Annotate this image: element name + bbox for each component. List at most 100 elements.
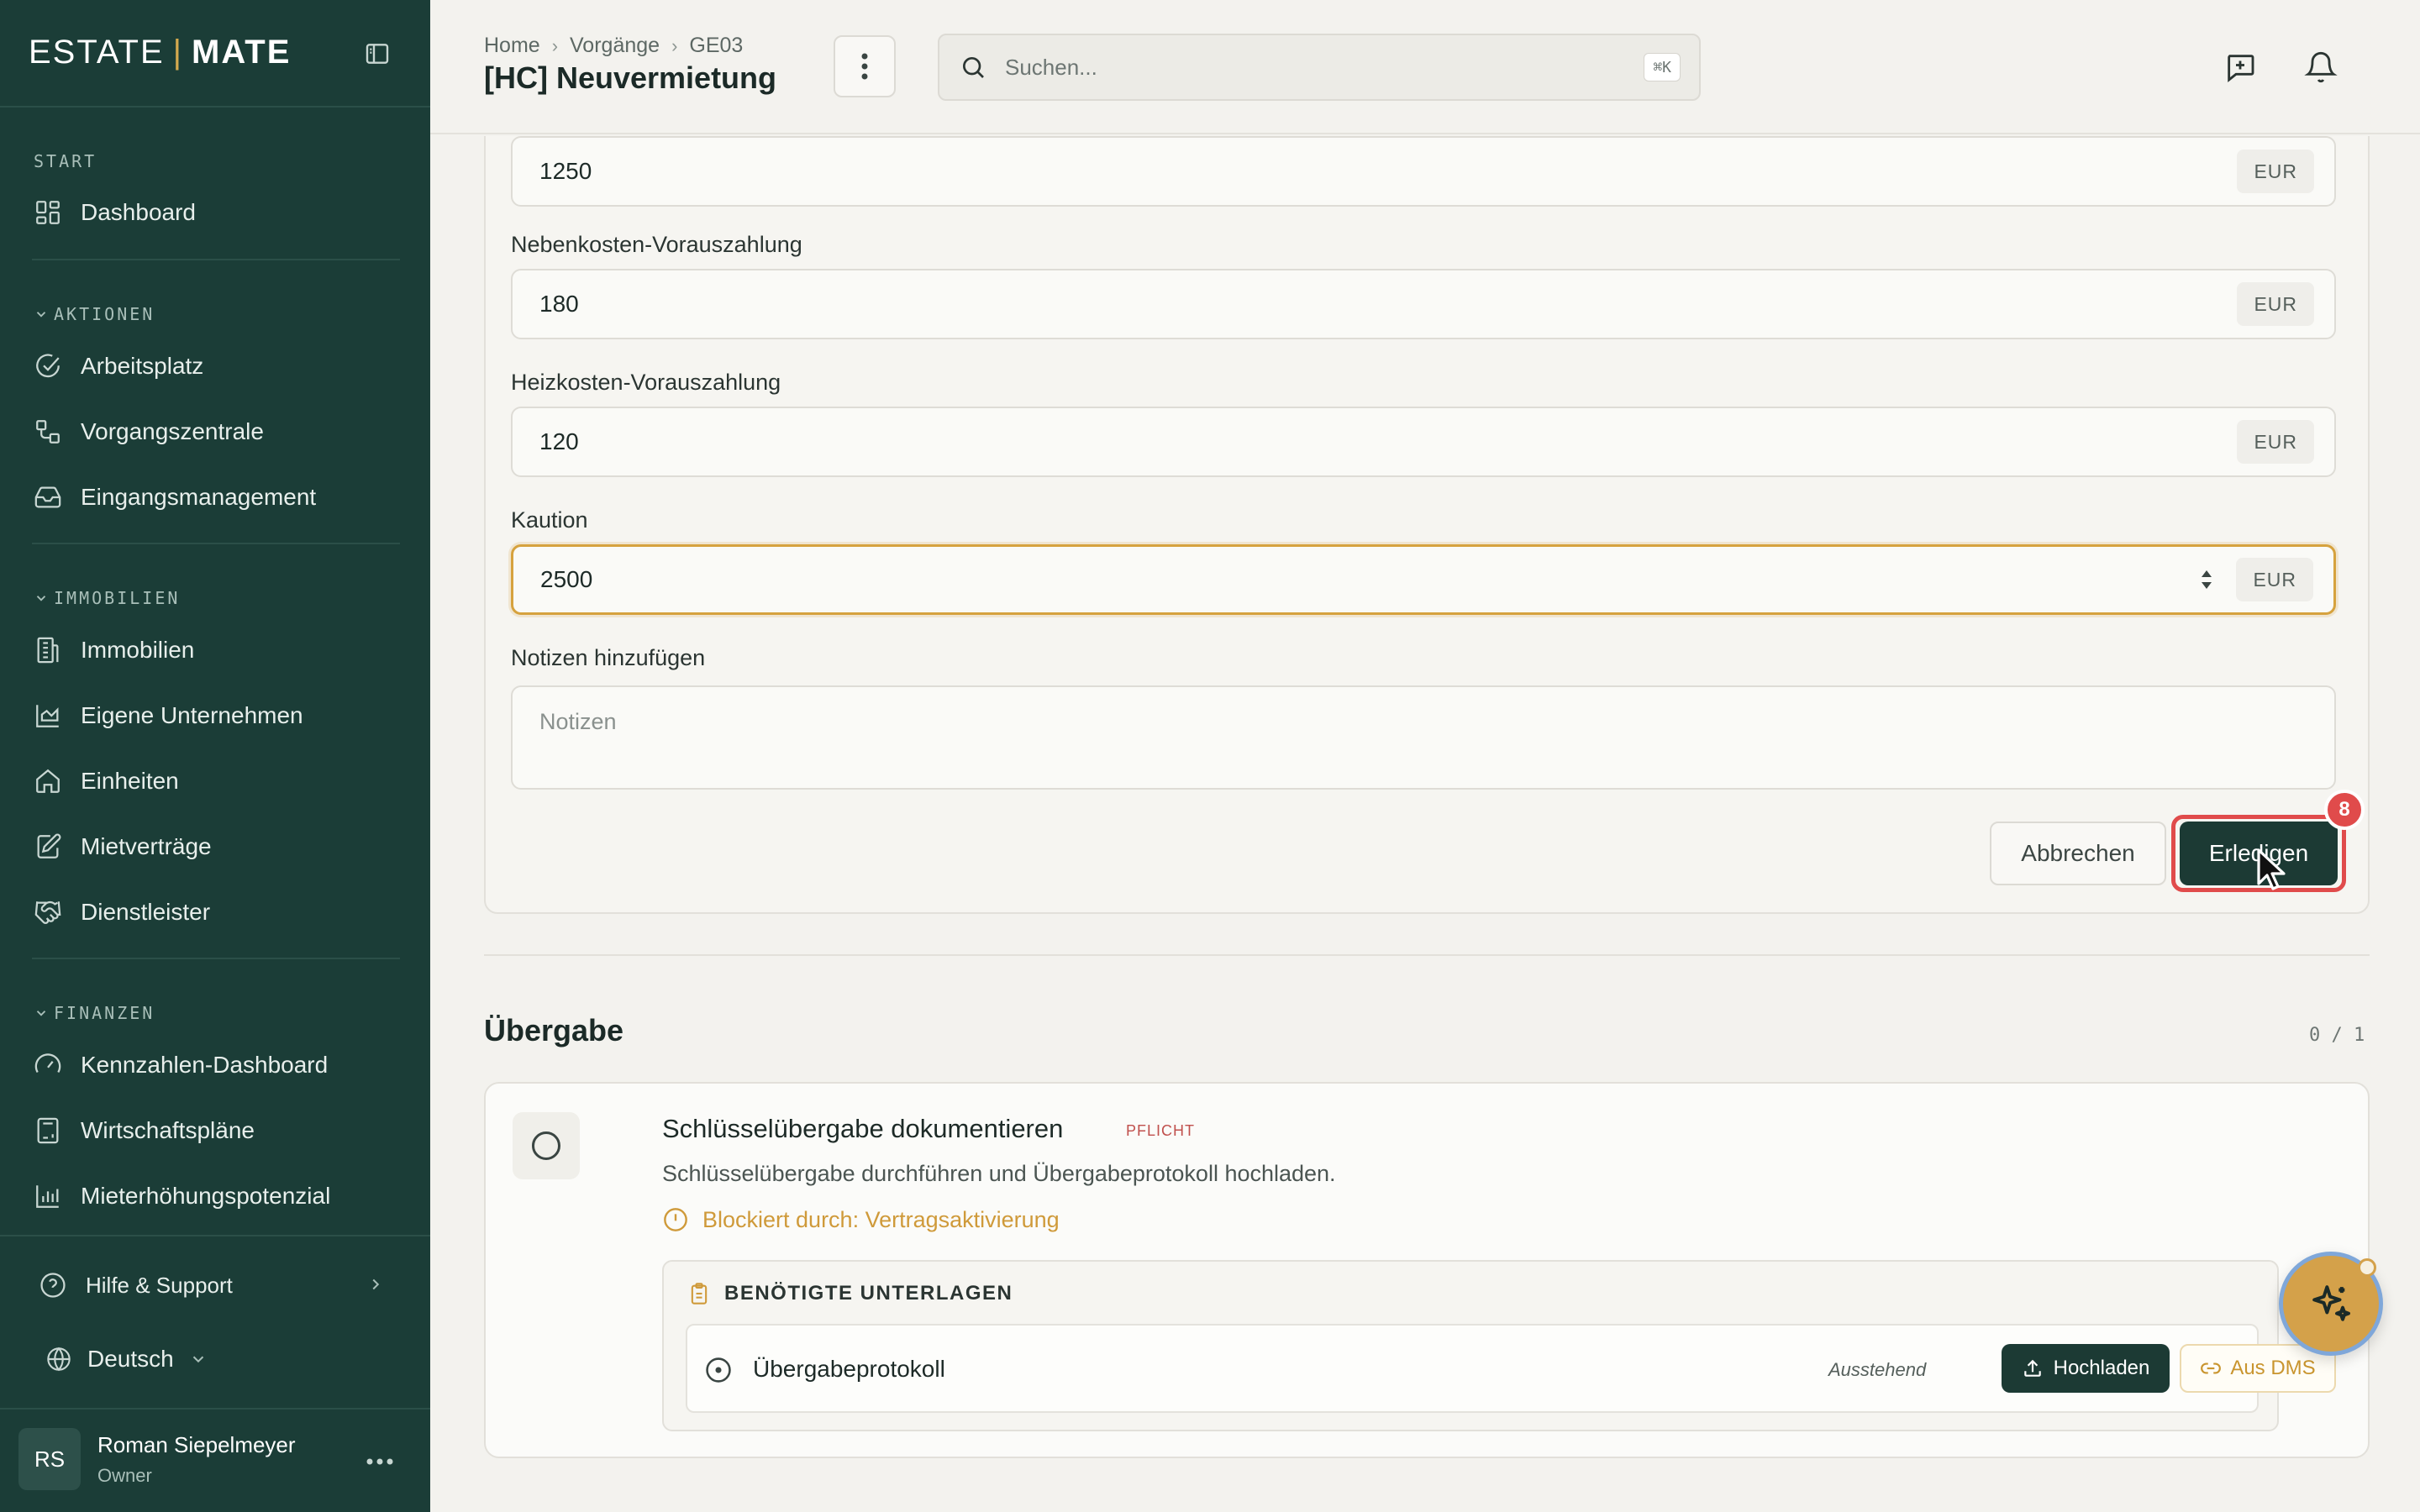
task-complete-toggle[interactable] (513, 1112, 580, 1179)
language-select[interactable]: Deutsch (45, 1338, 208, 1380)
section-label-text: IMMOBILIEN (54, 588, 181, 608)
notifications-button[interactable] (2302, 49, 2339, 86)
check-circle-icon (36, 354, 60, 378)
more-vertical-icon (861, 53, 868, 80)
rent-field[interactable]: 1250 EUR (511, 136, 2336, 207)
inbox-icon (34, 486, 61, 508)
help-circle-icon (40, 1273, 66, 1298)
user-name: Roman Siepelmeyer (97, 1431, 296, 1457)
sidebar-item-label: Immobilien (81, 637, 195, 663)
sidebar-item-vorgangszentrale[interactable]: Vorgangszentrale (34, 411, 264, 453)
breadcrumb-home[interactable]: Home (484, 34, 540, 58)
handshake-icon (34, 900, 61, 925)
section-label-text: FINANZEN (54, 1003, 155, 1023)
document-row: Übergabeprotokoll Ausstehend Hochladen A… (686, 1324, 2336, 1413)
section-label-finanzen[interactable]: FINANZEN (34, 1003, 155, 1023)
field-value: 2500 (540, 566, 593, 592)
language-label: Deutsch (87, 1346, 174, 1372)
gauge-icon (34, 1053, 61, 1074)
feedback-button[interactable] (2222, 49, 2259, 86)
sidebar-item-label: Einheiten (81, 768, 179, 794)
section-divider (484, 954, 2370, 956)
search-placeholder: Suchen... (1005, 54, 1097, 80)
field-value: 1250 (539, 158, 592, 184)
blocked-text: Blockiert durch: Vertragsaktivierung (702, 1206, 1060, 1232)
sidebar-item-eingangsmanagement[interactable]: Eingangsmanagement (34, 476, 316, 518)
sidebar-item-wirtschaftsplaene[interactable]: Wirtschaftspläne (34, 1110, 255, 1152)
sidebar-item-einheiten[interactable]: Einheiten (34, 760, 179, 802)
chevron-right-icon: › (671, 34, 678, 56)
stepper-down-icon (2202, 582, 2212, 589)
nebenkosten-field[interactable]: 180 EUR (511, 269, 2336, 339)
sidebar-toggle-icon (366, 44, 389, 64)
more-horizontal-icon (366, 1458, 393, 1465)
number-stepper[interactable] (2194, 561, 2219, 598)
top-header: Home › Vorgänge › GE03 [HC] Neuvermietun… (430, 0, 2420, 134)
field-label: Heizkosten-Vorauszahlung (511, 370, 781, 395)
pending-circle-icon (706, 1357, 731, 1383)
user-profile[interactable]: RS Roman Siepelmeyer Owner (18, 1428, 296, 1490)
task-title: Schlüsselübergabe dokumentieren (662, 1114, 1064, 1143)
task-description: Schlüsselübergabe durchführen und Überga… (662, 1161, 1336, 1186)
required-documents: BENÖTIGTE UNTERLAGEN Übergabeprotokoll A… (662, 1260, 2336, 1431)
heizkosten-field[interactable]: 120 EUR (511, 407, 2336, 477)
notes-textarea[interactable]: Notizen (511, 685, 2336, 790)
sidebar-item-dienstleister[interactable]: Dienstleister (34, 891, 210, 933)
sidebar-item-label: Mietverträge (81, 833, 212, 859)
document-name: Übergabeprotokoll (753, 1356, 945, 1382)
sidebar-collapse-button[interactable] (358, 37, 397, 71)
brand-left: ESTATE (29, 34, 165, 71)
sidebar-item-label: Dienstleister (81, 899, 211, 925)
sidebar-divider (32, 958, 400, 959)
currency-unit: EUR (2236, 558, 2313, 601)
breadcrumb-vorgaenge[interactable]: Vorgänge (570, 34, 660, 58)
sidebar-item-immobilien[interactable]: Immobilien (34, 629, 194, 671)
sidebar-item-eigene-unternehmen[interactable]: Eigene Unternehmen (34, 695, 303, 737)
required-tag: PFLICHT (1126, 1122, 1196, 1139)
section-label-immobilien[interactable]: IMMOBILIEN (34, 588, 180, 608)
sidebar: ESTATE | MATE START Dashboard AKTIONEN Arb… (0, 0, 430, 1512)
kaution-field[interactable]: 2500 EUR (511, 544, 2336, 615)
section-label-aktionen[interactable]: AKTIONEN (34, 304, 155, 324)
sidebar-item-label: Vorgangszentrale (81, 418, 264, 444)
brand-logo[interactable]: ESTATE | MATE (29, 34, 291, 71)
help-label: Hilfe & Support (86, 1272, 233, 1298)
sidebar-item-kennzahlen-dashboard[interactable]: Kennzahlen-Dashboard (34, 1044, 328, 1086)
search-icon (963, 57, 984, 78)
notes-label: Notizen hinzufügen (511, 645, 706, 670)
sidebar-item-arbeitsplatz[interactable]: Arbeitsplatz (34, 345, 203, 387)
alert-circle-icon (664, 1208, 687, 1231)
user-role: Owner (97, 1464, 152, 1486)
upload-button[interactable]: Hochladen (2002, 1344, 2170, 1393)
chevron-down-icon (36, 596, 46, 601)
more-actions-button[interactable] (834, 35, 896, 97)
search-input[interactable]: Suchen... ⌘K (938, 34, 1701, 101)
sidebar-divider (32, 543, 400, 544)
building-icon (37, 637, 59, 664)
breadcrumb-current[interactable]: GE03 (689, 34, 743, 58)
workflow-icon (36, 420, 60, 444)
section-progress: 0 / 1 (2309, 1025, 2365, 1046)
dms-label: Aus DMS (2230, 1357, 2316, 1379)
help-support-link[interactable]: Hilfe & Support (39, 1264, 233, 1306)
sidebar-item-label: Eingangsmanagement (81, 484, 317, 510)
brand-right: MATE (192, 34, 292, 71)
upload-icon (2023, 1359, 2041, 1377)
sidebar-item-mieterhoehungspotenzial[interactable]: Mieterhöhungspotenzial (34, 1175, 330, 1217)
main-content: 1250 EUR Nebenkosten-Vorauszahlung 180 E… (430, 136, 2420, 1512)
search-shortcut: ⌘K (1644, 53, 1681, 81)
cancel-button[interactable]: Abbrechen (1990, 822, 2166, 885)
blocked-notice: Blockiert durch: Vertragsaktivierung (662, 1206, 1060, 1233)
section-label-start: START (34, 151, 97, 171)
section-title: Übergabe (484, 1013, 624, 1047)
link-icon (2201, 1362, 2222, 1374)
brand-separator: | (172, 34, 184, 71)
currency-unit: EUR (2237, 150, 2314, 193)
breadcrumb: Home › Vorgänge › GE03 (484, 34, 743, 58)
sidebar-item-dashboard[interactable]: Dashboard (34, 192, 196, 234)
stepper-up-icon (2202, 570, 2212, 577)
field-label: Kaution (511, 507, 588, 533)
user-menu-button[interactable] (361, 1445, 398, 1478)
sidebar-item-mietvertraege[interactable]: Mietverträge (34, 826, 212, 868)
bell-icon (2304, 51, 2338, 83)
